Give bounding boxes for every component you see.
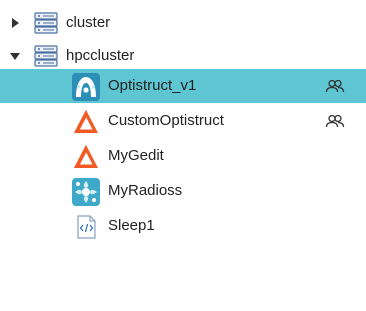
app-tree: cluster hpccluster Optistruct_v1 CustomO… (0, 0, 366, 311)
cluster-label: cluster (66, 14, 111, 31)
shared-users-icon (325, 114, 345, 128)
tree-node-hpccluster[interactable]: hpccluster (0, 39, 366, 73)
altair-logo-icon (72, 108, 100, 136)
app-label: Sleep1 (108, 217, 155, 234)
tree-item-myradioss[interactable]: MyRadioss (0, 174, 366, 208)
app-label: MyGedit (108, 147, 164, 164)
app-label: Optistruct_v1 (108, 77, 197, 94)
tree-item-sleep1[interactable]: Sleep1 (0, 209, 366, 243)
tree-item-optistruct-v1[interactable]: Optistruct_v1 (0, 69, 366, 103)
cluster-label: hpccluster (66, 47, 135, 64)
tree-node-cluster[interactable]: cluster (0, 6, 366, 40)
script-file-icon (72, 213, 100, 241)
tree-item-customoptistruct[interactable]: CustomOptistruct (0, 104, 366, 138)
server-icon (34, 45, 58, 67)
app-label: MyRadioss (108, 182, 183, 199)
server-icon (34, 12, 58, 34)
app-label: CustomOptistruct (108, 112, 224, 129)
shared-users-icon (325, 79, 345, 93)
radioss-icon (72, 178, 100, 206)
collapse-arrow-icon[interactable] (7, 48, 23, 64)
tree-item-mygedit[interactable]: MyGedit (0, 139, 366, 173)
altair-logo-icon (72, 143, 100, 171)
expand-arrow-icon[interactable] (7, 15, 23, 31)
optistruct-icon (72, 73, 100, 101)
